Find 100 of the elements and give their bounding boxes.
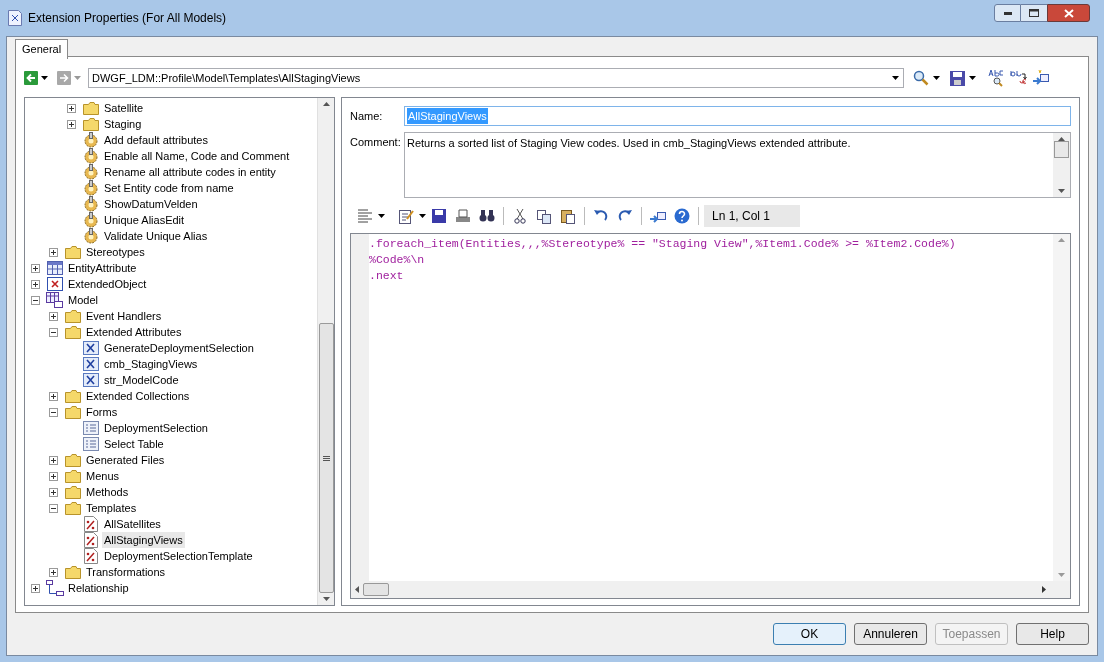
tree-item[interactable]: Transformations [84,564,168,580]
tree-item[interactable]: Relationship [66,580,131,596]
vertical-scrollbar[interactable] [317,98,334,605]
expand-toggle[interactable] [49,471,58,481]
tree-item[interactable]: Menus [84,468,122,484]
form-icon [82,421,99,435]
tree-item[interactable]: AllStagingViews [102,532,185,548]
tree-item[interactable]: Event Handlers [84,308,164,324]
tree-item[interactable]: Unique AliasEdit [102,212,187,228]
tree-item[interactable]: Staging [102,116,144,132]
collapse-toggle[interactable] [49,327,58,337]
caret-icon[interactable] [969,76,976,80]
tree-item[interactable]: Templates [84,500,139,516]
spellcheck-icon[interactable] [988,69,1006,87]
horizontal-scrollbar[interactable] [351,581,1070,598]
tab[interactable]: General [15,39,69,59]
scroll-thumb[interactable] [1054,141,1069,158]
cursor-position: Ln 1, Col 1 [704,205,800,227]
scroll-down-icon[interactable] [1058,189,1065,193]
plus-icon [51,489,56,495]
expand-toggle[interactable] [49,311,58,321]
relationship-icon [45,580,64,596]
expand-toggle[interactable] [49,247,58,257]
tree-item[interactable]: ExtendedObject [66,276,149,292]
caret-icon[interactable] [41,76,48,80]
tree-item[interactable]: Extended Attributes [84,324,184,340]
gear-icon [81,180,100,196]
expand-toggle[interactable] [31,583,40,593]
scroll-thumb[interactable] [363,583,389,596]
caret-icon[interactable] [892,76,899,80]
expand-toggle[interactable] [67,103,76,113]
scroll-up-icon[interactable] [322,102,330,106]
expand-toggle[interactable] [67,119,76,129]
grip-icon [322,455,330,461]
back-arrow-icon[interactable] [24,71,38,85]
expand-toggle[interactable] [49,567,58,577]
tree-item[interactable]: Methods [84,484,131,500]
plus-icon [51,313,56,319]
tree-item[interactable]: AllSatellites [102,516,163,532]
caret-icon[interactable] [933,76,940,80]
collapse-toggle[interactable] [49,407,58,417]
tree-item[interactable]: Stereotypes [84,244,147,260]
expand-toggle[interactable] [49,455,58,465]
tree-item[interactable]: Select Table [102,436,166,452]
tree-item[interactable]: DeploymentSelection [102,420,210,436]
scroll-left-icon[interactable] [355,586,359,593]
minus-icon [33,297,38,303]
scroll-down-icon[interactable] [322,597,330,601]
expand-toggle[interactable] [49,391,58,401]
code-line: %Code%\n [369,252,426,268]
tree-item[interactable]: Validate Unique Alias [102,228,210,244]
gear-icon [81,148,100,164]
expand-toggle[interactable] [31,279,40,289]
tree-item[interactable]: Forms [84,404,120,420]
scroll-right-icon[interactable] [1042,586,1046,593]
model-icon [46,292,63,308]
tree-item[interactable]: EntityAttribute [66,260,139,276]
tree-item[interactable]: ShowDatumVelden [102,196,200,212]
tree-item[interactable]: DeploymentSelectionTemplate [102,548,255,564]
tree-item[interactable]: Rename all attribute codes in entity [102,164,278,180]
tree-item[interactable]: Model [66,292,100,308]
caret-icon[interactable] [419,214,426,218]
tree-item[interactable]: Add default attributes [102,132,210,148]
minus-icon [51,409,56,415]
expand-toggle[interactable] [31,263,40,273]
tree-item[interactable]: str_ModelCode [102,372,181,388]
dialog-button[interactable]: Annuleren [854,623,927,645]
tree-item[interactable]: Extended Collections [84,388,192,404]
form-icon [82,437,99,451]
scroll-thumb[interactable] [318,323,334,593]
path-field[interactable]: DWGF_LDM::Profile\Model\Templates\AllStagingViews [88,68,904,88]
caret-icon[interactable] [378,214,385,218]
dialog-button[interactable]: OK [773,623,846,645]
tree-item[interactable]: cmb_StagingViews [102,356,200,372]
replace-text-icon[interactable] [1010,69,1028,87]
folder-icon [64,405,81,419]
plus-icon [51,473,56,479]
maximize-icon [1029,9,1039,17]
collapse-toggle[interactable] [49,503,58,513]
minimize-button[interactable] [994,4,1021,22]
collapse-toggle[interactable] [31,295,40,305]
vertical-scrollbar[interactable] [1053,133,1070,197]
close-button[interactable] [1047,4,1090,22]
tree-item[interactable]: GenerateDeploymentSelection [102,340,256,356]
dialog-icon [8,10,22,26]
comment-field[interactable]: Returns a sorted list of Staging View codes. Used in cmb_StagingViews extended attribute. [404,132,1071,198]
code-editor[interactable]: .foreach_item(Entities,,,%Stereotype% == "Staging View",%Item1.Code% >= %Item2.Code%) %Code%\n .next [350,233,1071,599]
save-icon[interactable] [950,70,965,86]
search-icon[interactable] [913,70,929,86]
tree-item[interactable]: Satellite [102,100,146,116]
expand-toggle[interactable] [49,487,58,497]
percent-document-icon [83,532,98,548]
plus-icon [69,121,74,127]
import-icon[interactable] [1032,69,1050,87]
tree-item[interactable]: Enable all Name, Code and Comment [102,148,292,164]
gear-icon [81,196,100,212]
tree-item[interactable]: Set Entity code from name [102,180,236,196]
tree-item[interactable]: Generated Files [84,452,167,468]
maximize-button[interactable] [1021,4,1047,22]
dialog-button[interactable]: Help [1016,623,1089,645]
